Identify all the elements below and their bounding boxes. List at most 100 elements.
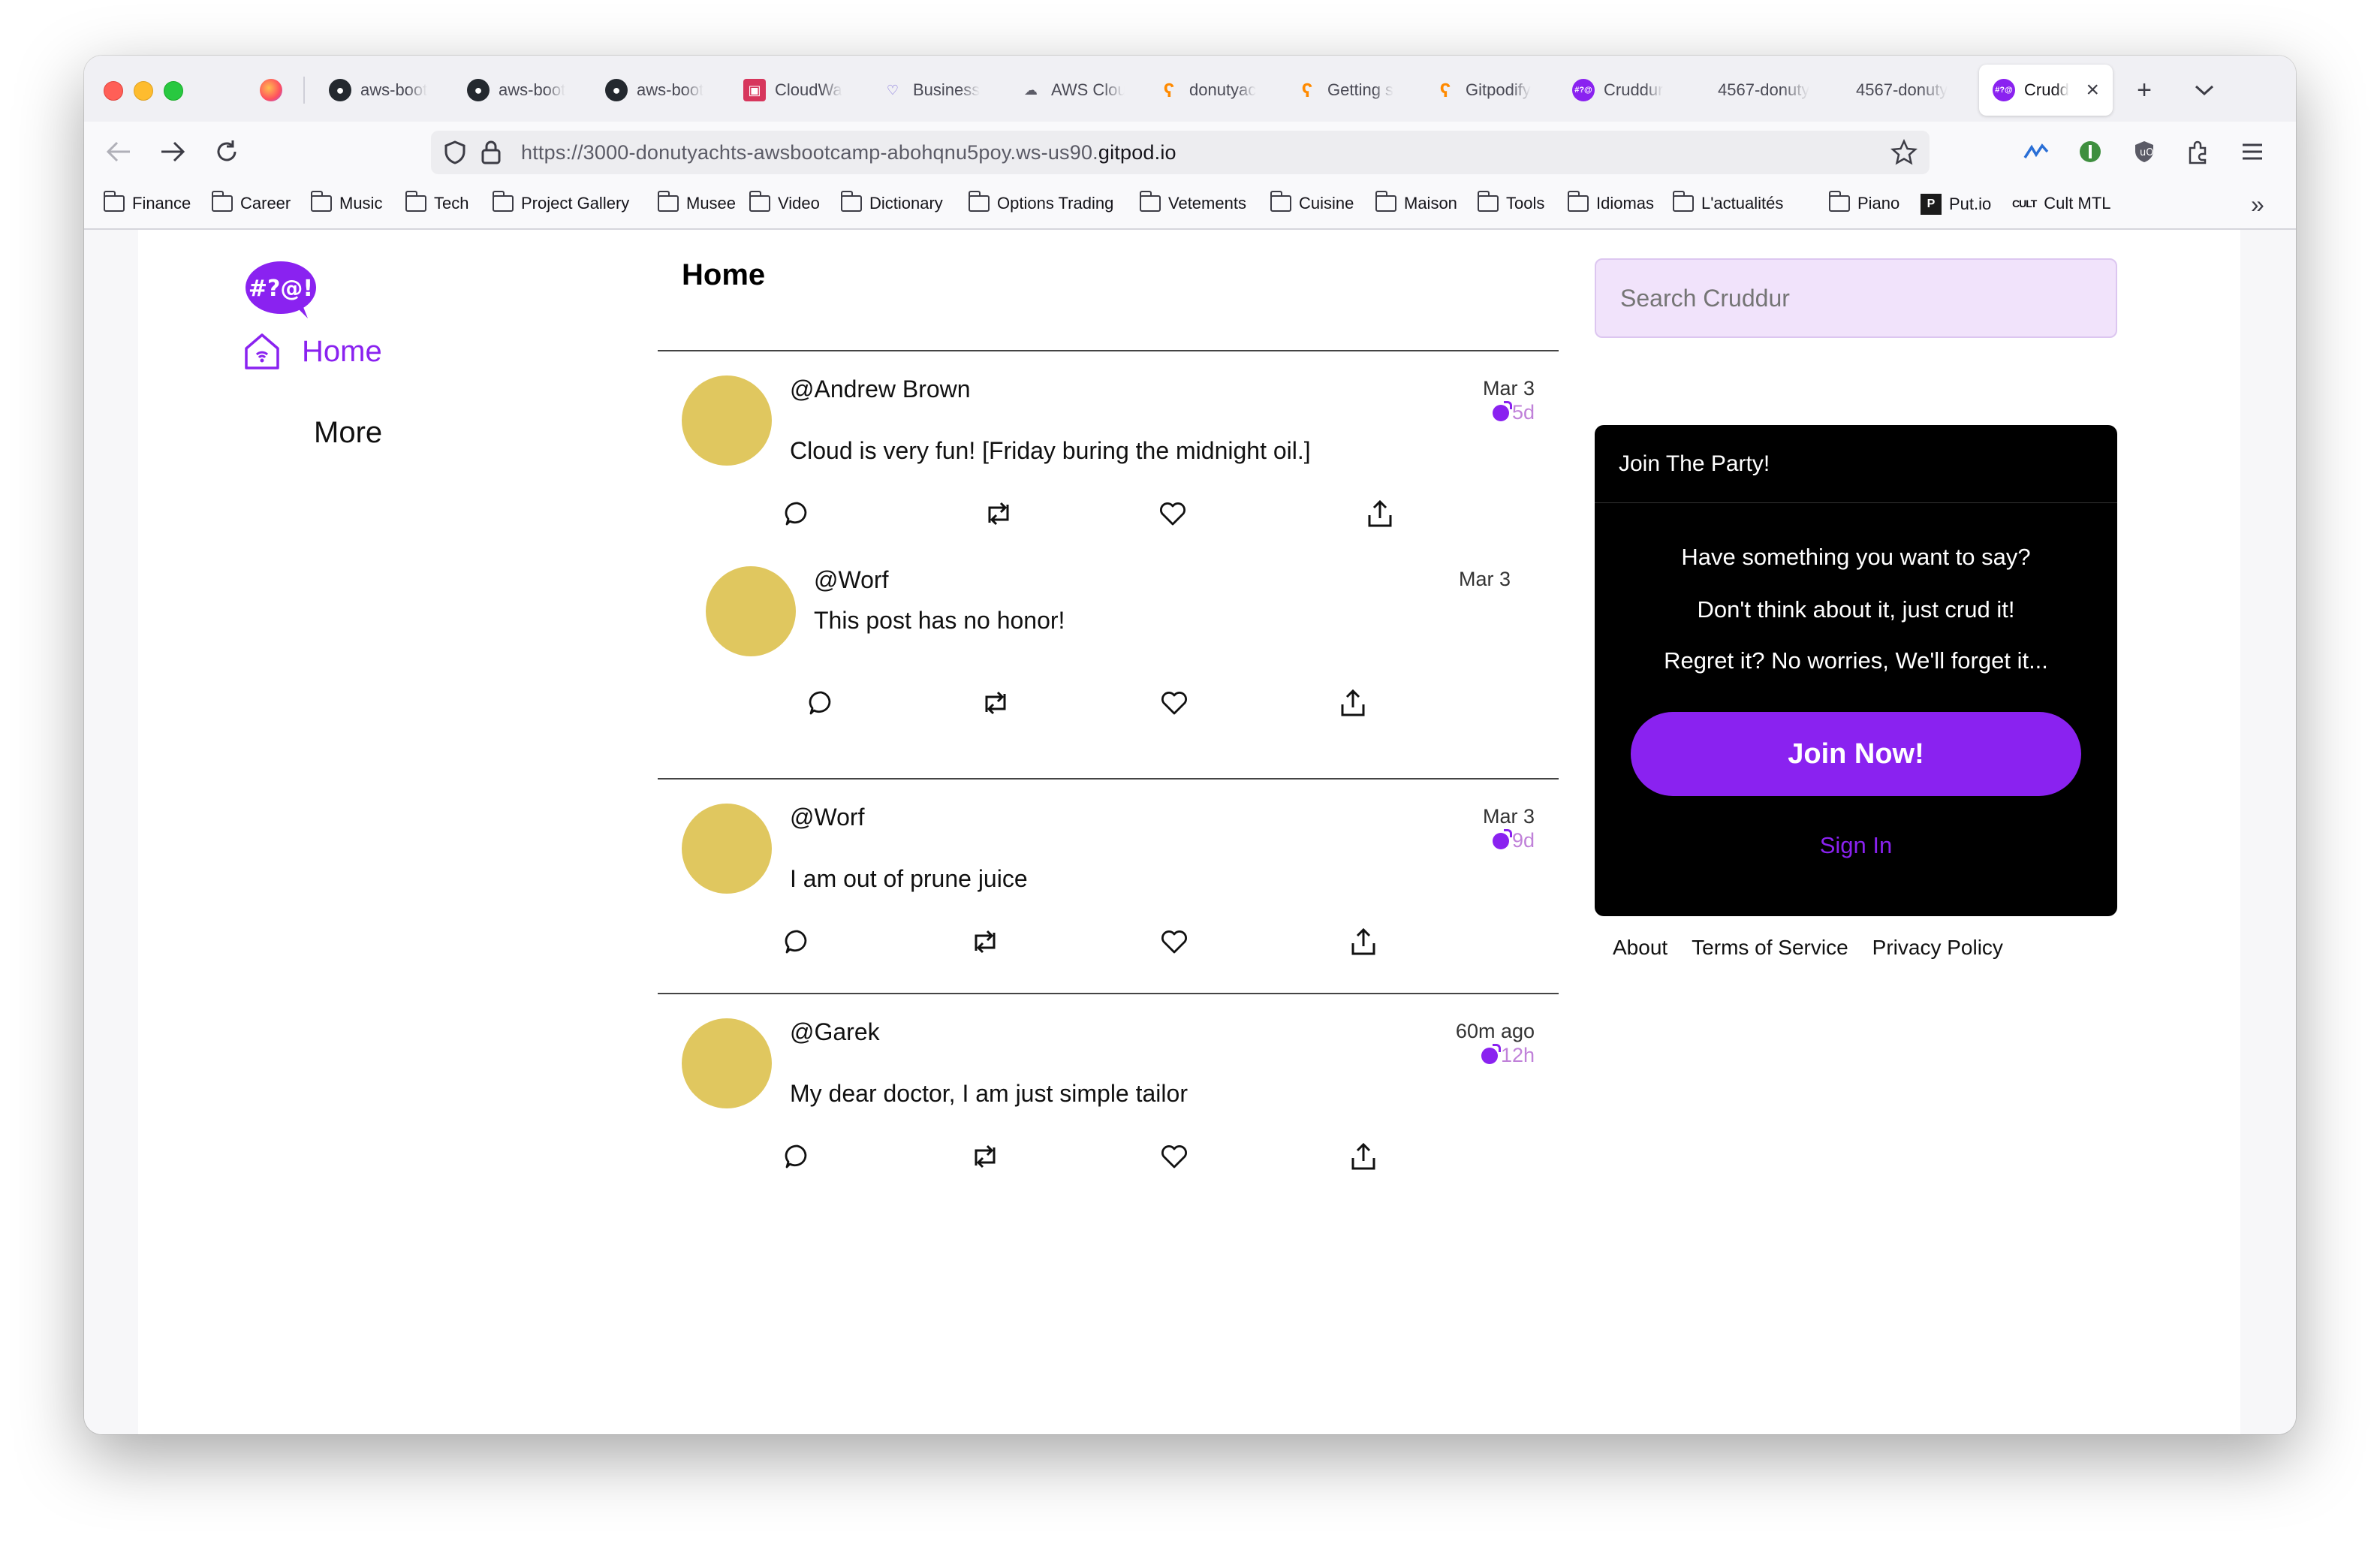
post-handle[interactable]: @Garek: [790, 1018, 880, 1046]
terms-link[interactable]: Terms of Service: [1692, 936, 1848, 960]
avatar[interactable]: [682, 804, 772, 894]
repost-button[interactable]: [979, 686, 1012, 719]
bookmark-folder[interactable]: Project Gallery: [492, 191, 629, 213]
repost-button[interactable]: [969, 925, 1002, 958]
share-icon: [1368, 499, 1392, 527]
sidebar-item-more[interactable]: More: [243, 416, 382, 450]
menu-button[interactable]: [2233, 132, 2272, 171]
reply-button[interactable]: [781, 1140, 814, 1173]
bookmark-link[interactable]: P Put.io: [1921, 194, 1991, 215]
share-button[interactable]: [1347, 925, 1380, 958]
close-tab-icon[interactable]: ×: [2086, 77, 2099, 103]
repost-button[interactable]: [982, 497, 1015, 530]
share-button[interactable]: [1363, 497, 1396, 530]
tab-label: Business: [913, 80, 981, 99]
tab-2[interactable]: ● aws-boot: [592, 65, 724, 116]
bookmark-folder[interactable]: L'actualités: [1672, 191, 1783, 213]
bookmark-link[interactable]: CULT Cult MTL: [2012, 194, 2111, 213]
share-button[interactable]: [1347, 1140, 1380, 1173]
reload-button[interactable]: [207, 132, 246, 171]
sign-in-link[interactable]: Sign In: [1595, 832, 2117, 859]
tab-6[interactable]: ʕ donutyac: [1144, 65, 1276, 116]
tab-11[interactable]: 4567-donuty: [1835, 65, 1967, 116]
bookmark-folder[interactable]: Idiomas: [1567, 191, 1654, 213]
firefox-view-button[interactable]: [249, 65, 294, 116]
extension-button[interactable]: [2017, 132, 2056, 171]
bookmark-folder[interactable]: Musee: [657, 191, 736, 213]
close-window-button[interactable]: [104, 81, 123, 101]
list-all-tabs-button[interactable]: [2185, 71, 2224, 110]
activity-item[interactable]: @Andrew Brown Mar 3 5d Cloud is very fun…: [658, 350, 1559, 778]
lock-icon[interactable]: [481, 140, 502, 165]
bookmark-folder[interactable]: Cuisine: [1270, 191, 1354, 213]
shield-icon[interactable]: [443, 140, 467, 165]
puzzle-piece-icon: [2189, 140, 2207, 164]
tab-5[interactable]: ☁ AWS Clou: [1006, 65, 1138, 116]
like-button[interactable]: [1156, 497, 1189, 530]
tab-10[interactable]: 4567-donuty: [1697, 65, 1829, 116]
activity-item[interactable]: @Worf Mar 3 9d I am out of prune juice: [658, 778, 1559, 993]
bookmark-star-icon[interactable]: [1890, 139, 1918, 166]
ublock-icon: uO: [2135, 141, 2153, 162]
home-icon: [245, 333, 279, 369]
tab-8[interactable]: ʕ Gitpodify: [1420, 65, 1553, 116]
folder-icon: [1567, 191, 1589, 212]
avatar[interactable]: [706, 566, 796, 656]
like-button[interactable]: [1158, 686, 1191, 719]
tab-3[interactable]: ▣ CloudWa: [730, 65, 862, 116]
bookmark-folder[interactable]: Maison: [1375, 191, 1457, 213]
address-bar[interactable]: https://3000-donutyachts-awsbootcamp-abo…: [431, 131, 1930, 174]
bookmark-folder[interactable]: Tech: [405, 191, 468, 213]
join-now-button[interactable]: Join Now!: [1631, 712, 2081, 796]
bookmark-folder[interactable]: Video: [749, 191, 820, 213]
tab-0[interactable]: ● aws-boot: [315, 65, 447, 116]
share-button[interactable]: [1336, 686, 1369, 719]
reply-button[interactable]: [805, 686, 838, 719]
post-handle[interactable]: @Andrew Brown: [790, 375, 971, 403]
reply-handle[interactable]: @Worf: [814, 566, 888, 594]
github-icon: ●: [329, 79, 351, 101]
sidebar-item-home[interactable]: Home: [243, 332, 382, 371]
back-button[interactable]: [99, 132, 138, 171]
bookmark-folder[interactable]: Tools: [1477, 191, 1544, 213]
bookmark-folder[interactable]: Piano: [1828, 191, 1899, 213]
join-text: Have something you want to say?: [1681, 544, 2031, 570]
forward-button[interactable]: [153, 132, 192, 171]
avatar[interactable]: [682, 1018, 772, 1108]
extensions-button[interactable]: [2179, 132, 2218, 171]
tab-9[interactable]: #?@ Cruddur: [1559, 65, 1691, 116]
cruddur-logo[interactable]: #?@!: [243, 260, 318, 324]
reply-button[interactable]: [781, 925, 814, 958]
url-text[interactable]: https://3000-donutyachts-awsbootcamp-abo…: [521, 141, 1176, 164]
reply-button[interactable]: [781, 497, 814, 530]
tab-7[interactable]: ʕ Getting s: [1282, 65, 1414, 116]
bookmark-folder[interactable]: Career: [211, 191, 291, 213]
expires-badge: 12h: [1481, 1043, 1535, 1067]
zoom-window-button[interactable]: [164, 81, 183, 101]
tab-12-active[interactable]: #?@ Crudd ×: [1979, 65, 2113, 116]
bookmark-folder[interactable]: Finance: [103, 191, 191, 213]
bookmark-folder[interactable]: Music: [310, 191, 382, 213]
arrow-left-icon: [106, 141, 130, 162]
repost-button[interactable]: [969, 1140, 1002, 1173]
bookmark-folder[interactable]: Dictionary: [840, 191, 943, 213]
new-tab-button[interactable]: +: [2125, 71, 2164, 110]
cruddur-page: #?@! Home More Home @Andrew Brown Mar 3 …: [138, 230, 2240, 1434]
tab-4[interactable]: ♡ Business: [868, 65, 1000, 116]
like-button[interactable]: [1158, 925, 1191, 958]
tab-1[interactable]: ● aws-boot: [453, 65, 586, 116]
post-handle[interactable]: @Worf: [790, 804, 864, 831]
activity-item[interactable]: @Garek 60m ago 12h My dear doctor, I am …: [658, 993, 1559, 1218]
minimize-window-button[interactable]: [134, 81, 153, 101]
privacy-link[interactable]: Privacy Policy: [1872, 936, 2003, 960]
extension-button[interactable]: uO: [2125, 132, 2164, 171]
heart-icon: [1161, 692, 1187, 715]
bookmark-folder[interactable]: Vetements: [1139, 191, 1246, 213]
about-link[interactable]: About: [1613, 936, 1668, 960]
more-bookmarks-button[interactable]: »: [2251, 191, 2264, 219]
search-input[interactable]: [1595, 258, 2117, 338]
extension-button[interactable]: [2071, 132, 2110, 171]
like-button[interactable]: [1158, 1140, 1191, 1173]
avatar[interactable]: [682, 375, 772, 466]
bookmark-folder[interactable]: Options Trading: [968, 191, 1113, 213]
